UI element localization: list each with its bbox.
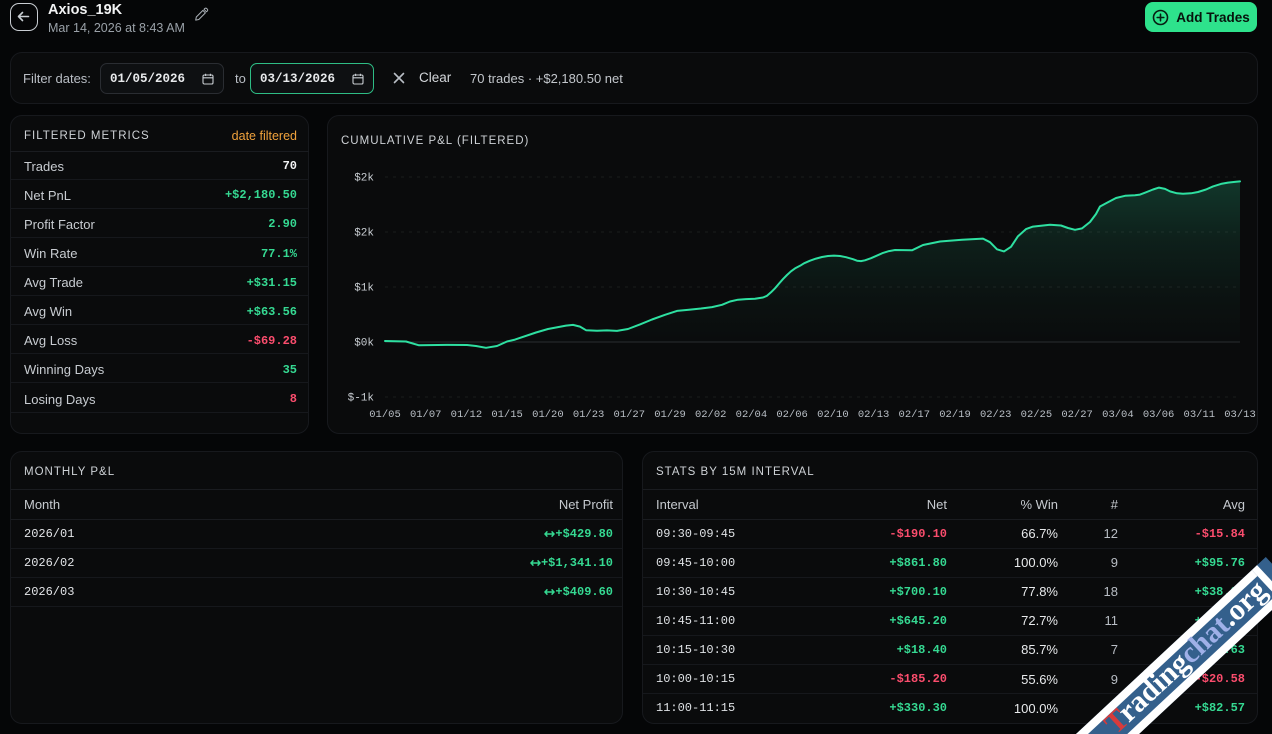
svg-text:Tradingchat.org: Tradingchat.org [1098,574,1272,734]
